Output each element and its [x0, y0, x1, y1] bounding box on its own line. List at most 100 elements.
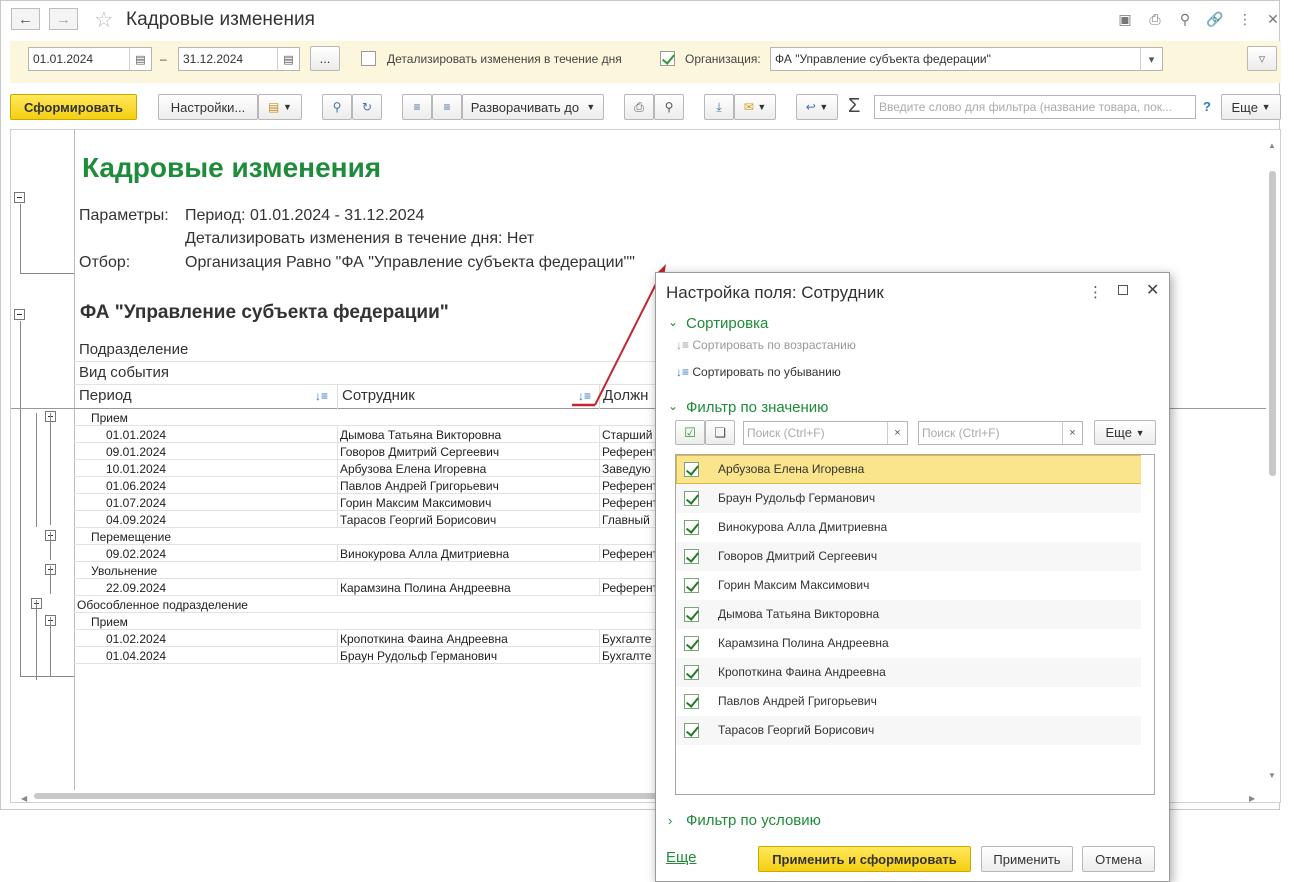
period-select-button[interactable]: ...: [310, 46, 340, 71]
search-input-2[interactable]: Поиск (Ctrl+F) ×: [918, 421, 1083, 445]
clear-icon[interactable]: ×: [1062, 422, 1082, 444]
vertical-scrollbar[interactable]: ▲ ▼: [1265, 141, 1279, 781]
list-item[interactable]: Арбузова Елена Игоревна: [676, 455, 1154, 484]
apply-button[interactable]: Применить: [981, 846, 1073, 872]
close-icon[interactable]: ✕: [1146, 280, 1159, 300]
event-group-row[interactable]: Прием: [11, 613, 671, 630]
scroll-down-icon[interactable]: ▼: [1268, 771, 1276, 780]
chevron-down-icon[interactable]: ⌄: [668, 399, 678, 413]
list-item[interactable]: Павлов Андрей Григорьевич: [676, 687, 1154, 716]
list-item[interactable]: Дымова Татьяна Викторовна: [676, 600, 1154, 629]
apply-and-form-button[interactable]: Применить и сформировать: [758, 846, 971, 872]
list-item[interactable]: Горин Максим Максимович: [676, 571, 1154, 600]
detail-checkbox[interactable]: [361, 51, 376, 66]
toolbar-more-button[interactable]: Еще ▼: [1221, 94, 1281, 120]
expand-all-button[interactable]: ≡: [402, 94, 432, 120]
sort-desc-icon[interactable]: ↓≡: [315, 389, 328, 403]
item-checkbox[interactable]: [684, 636, 699, 651]
list-scroll-area[interactable]: [1141, 455, 1154, 794]
list-item[interactable]: Тарасов Георгий Борисович: [676, 716, 1154, 745]
table-row[interactable]: 01.07.2024 Горин Максим Максимович Референ…: [11, 494, 671, 511]
save-icon[interactable]: ▣: [1116, 10, 1134, 28]
table-row[interactable]: 01.01.2024 Дымова Татьяна Викторовна Старш…: [11, 426, 671, 443]
list-item[interactable]: Браун Рудольф Германович: [676, 484, 1154, 513]
calendar-icon[interactable]: ▤: [277, 48, 299, 70]
chevron-down-icon[interactable]: ⌄: [668, 315, 678, 329]
date-from-field[interactable]: 01.01.2024 ▤: [28, 47, 152, 71]
filter-icon[interactable]: ▿: [1247, 46, 1277, 71]
table-row[interactable]: 01.06.2024 Павлов Андрей Григорьевич Рефер…: [11, 477, 671, 494]
sum-icon[interactable]: Σ: [848, 95, 860, 118]
item-checkbox[interactable]: [684, 462, 699, 477]
print-preview-button[interactable]: ⚲: [654, 94, 684, 120]
close-icon[interactable]: ✕: [1264, 10, 1282, 28]
organization-field[interactable]: ФА "Управление субъекта федерации" ▾: [770, 47, 1163, 71]
table-row[interactable]: 01.02.2024 Кропоткина Фаина Андреевна Бухг…: [11, 630, 671, 647]
list-item[interactable]: Винокурова Алла Дмитриевна: [676, 513, 1154, 542]
sort-ascending-item[interactable]: ↓≡ Сортировать по возрастанию: [676, 338, 856, 352]
item-checkbox[interactable]: [684, 723, 699, 738]
value-filter-list[interactable]: Арбузова Елена Игоревна Браун Рудольф Гер…: [675, 454, 1155, 795]
report-filter-input[interactable]: Введите слово для фильтра (название това…: [874, 95, 1196, 119]
preview-icon[interactable]: ⚲: [1176, 10, 1194, 28]
clear-icon[interactable]: ×: [887, 422, 907, 444]
table-row[interactable]: 04.09.2024 Тарасов Георгий Борисович Главн…: [11, 511, 671, 528]
send-email-button[interactable]: ✉ ▼: [734, 94, 776, 120]
scroll-right-icon[interactable]: ▶: [1249, 794, 1255, 803]
calendar-icon[interactable]: ▤: [129, 48, 151, 70]
collapse-toggle[interactable]: [14, 309, 25, 320]
department-row[interactable]: Обособленное подразделение: [11, 596, 671, 613]
dialog-more-button[interactable]: Еще ▼: [1094, 420, 1156, 445]
organization-checkbox[interactable]: [660, 51, 675, 66]
print-icon[interactable]: ⎙: [1146, 10, 1164, 28]
link-icon[interactable]: 🔗: [1206, 10, 1224, 28]
variants-button[interactable]: ▤ ▼: [258, 94, 302, 120]
maximize-icon[interactable]: [1118, 285, 1128, 295]
date-to-field[interactable]: 31.12.2024 ▤: [178, 47, 300, 71]
check-all-button[interactable]: ☑: [675, 420, 705, 445]
menu-dots-icon[interactable]: ⋮: [1236, 10, 1254, 28]
table-row[interactable]: 10.01.2024 Арбузова Елена Игоревна Заведую: [11, 460, 671, 477]
collapse-toggle[interactable]: [14, 192, 25, 203]
settings-button[interactable]: Настройки...: [158, 94, 258, 120]
item-checkbox[interactable]: [684, 578, 699, 593]
item-checkbox[interactable]: [684, 607, 699, 622]
chevron-right-icon[interactable]: ›: [668, 813, 672, 828]
event-group-row[interactable]: Увольнение: [11, 562, 671, 579]
item-checkbox[interactable]: [684, 549, 699, 564]
search-button[interactable]: ⚲: [322, 94, 352, 120]
share-button[interactable]: ↩ ▼: [796, 94, 838, 120]
print-button[interactable]: ⎙: [624, 94, 654, 120]
list-item[interactable]: Говоров Дмитрий Сергеевич: [676, 542, 1154, 571]
forward-button[interactable]: →: [49, 8, 78, 30]
expand-to-dropdown[interactable]: Разворачивать до ▼: [462, 94, 604, 120]
back-button[interactable]: ←: [11, 8, 40, 30]
event-group-row[interactable]: Прием: [11, 409, 671, 426]
event-group-row[interactable]: Перемещение: [11, 528, 671, 545]
menu-dots-icon[interactable]: ⋮: [1088, 283, 1103, 301]
form-report-button[interactable]: Сформировать: [10, 94, 137, 120]
save-file-button[interactable]: ⤓: [704, 94, 734, 120]
condition-filter-section-title[interactable]: Фильтр по условию: [686, 812, 821, 829]
uncheck-all-button[interactable]: ❏: [705, 420, 735, 445]
help-icon[interactable]: ?: [1203, 99, 1211, 114]
search-input-1[interactable]: Поиск (Ctrl+F) ×: [743, 421, 908, 445]
item-checkbox[interactable]: [684, 520, 699, 535]
dialog-more-link[interactable]: Еще: [666, 849, 697, 866]
table-row[interactable]: 09.02.2024 Винокурова Алла Дмитриевна Рефе…: [11, 545, 671, 562]
search-next-button[interactable]: ↻: [352, 94, 382, 120]
table-row[interactable]: 01.04.2024 Браун Рудольф Германович Бухгал…: [11, 647, 671, 664]
scrollbar-thumb[interactable]: [34, 793, 674, 799]
dropdown-arrow-icon[interactable]: ▾: [1140, 48, 1162, 70]
sort-section-title[interactable]: Сортировка: [686, 315, 768, 332]
scrollbar-thumb[interactable]: [1269, 171, 1276, 476]
collapse-all-button[interactable]: ≡: [432, 94, 462, 120]
cancel-button[interactable]: Отмена: [1082, 846, 1155, 872]
scroll-left-icon[interactable]: ◀: [21, 794, 27, 803]
table-row[interactable]: 09.01.2024 Говоров Дмитрий Сергеевич Рефер…: [11, 443, 671, 460]
item-checkbox[interactable]: [684, 665, 699, 680]
item-checkbox[interactable]: [684, 491, 699, 506]
item-checkbox[interactable]: [684, 694, 699, 709]
table-row[interactable]: 22.09.2024 Карамзина Полина Андреевна Рефе…: [11, 579, 671, 596]
list-item[interactable]: Кропоткина Фаина Андреевна: [676, 658, 1154, 687]
